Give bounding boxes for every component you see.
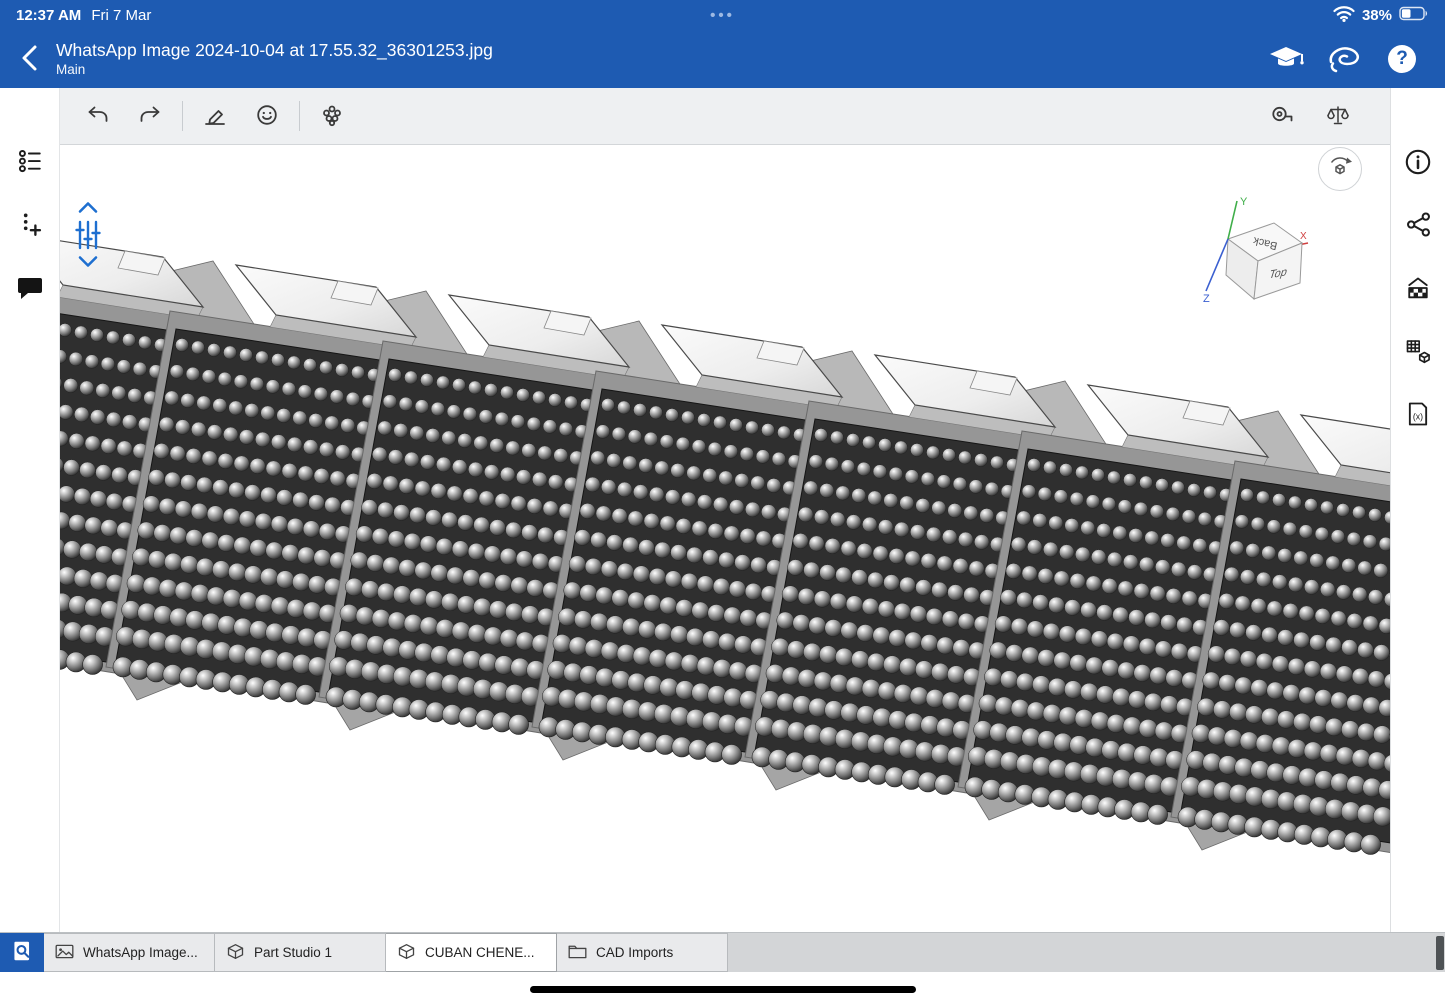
info-button[interactable] xyxy=(1398,146,1438,180)
axis-y-label: Y xyxy=(1240,196,1248,208)
info-icon xyxy=(1404,148,1432,179)
sketch-button[interactable] xyxy=(195,96,235,136)
bom-table-cube-icon xyxy=(1404,337,1432,368)
measure-button[interactable] xyxy=(1262,96,1302,136)
collapse-up-button[interactable] xyxy=(73,197,103,221)
help-icon: ? xyxy=(1388,45,1416,73)
collapse-down-button[interactable] xyxy=(73,251,103,275)
axis-z-label: Z xyxy=(1203,293,1210,305)
toolbar-divider xyxy=(299,101,300,131)
lasso-icon xyxy=(1326,43,1362,76)
help-glyph: ? xyxy=(1396,48,1408,70)
tab-strip: WhatsApp Image... Part Studio 1 xyxy=(44,933,728,972)
help-button[interactable]: ? xyxy=(1381,37,1423,81)
image-icon xyxy=(54,941,75,965)
tab-label: WhatsApp Image... xyxy=(83,945,198,960)
right-rail: (x) xyxy=(1390,88,1445,932)
toolbar xyxy=(60,88,1390,145)
status-bar: 12:37 AM Fri 7 Mar ••• 38% xyxy=(0,0,1445,30)
tab-cad-imports[interactable]: CAD Imports xyxy=(557,933,728,972)
redo-icon xyxy=(137,103,163,130)
part-studio-icon xyxy=(225,941,246,965)
status-right: 38% xyxy=(1333,5,1429,26)
featurescript-glyph: (x) xyxy=(1413,411,1423,421)
appearance-button[interactable] xyxy=(247,96,287,136)
pattern-button[interactable] xyxy=(312,96,352,136)
home-indicator[interactable] xyxy=(530,986,916,993)
page-title: WhatsApp Image 2024-10-04 at 17.55.32_36… xyxy=(56,39,493,62)
nav-actions: ? xyxy=(1265,37,1437,81)
appearances-icon xyxy=(1404,274,1432,305)
graduation-cap-icon xyxy=(1268,43,1304,76)
axis-x-label: X xyxy=(1300,231,1307,242)
screen: 12:37 AM Fri 7 Mar ••• 38% xyxy=(0,0,1445,1004)
left-rail xyxy=(0,88,60,932)
wifi-icon xyxy=(1333,5,1355,26)
view-cube[interactable]: X Back Top Y Z xyxy=(1202,195,1322,315)
undo-button[interactable] xyxy=(78,96,118,136)
panel-toggle-controls xyxy=(73,197,103,275)
model-canvas[interactable]: X Back Top Y Z xyxy=(60,145,1390,932)
part-studio-icon xyxy=(396,941,417,965)
mass-properties-button[interactable] xyxy=(1318,96,1358,136)
status-date: Fri 7 Mar xyxy=(91,7,151,24)
toolbar-right-group xyxy=(1262,96,1372,136)
sliders-icon xyxy=(75,220,101,253)
add-feature-icon xyxy=(17,210,43,241)
chevron-down-icon xyxy=(77,255,99,271)
chevron-up-icon xyxy=(77,201,99,217)
tab-part-studio-1[interactable]: Part Studio 1 xyxy=(215,933,386,972)
nav-bar: WhatsApp Image 2024-10-04 at 17.55.32_36… xyxy=(0,30,1445,88)
document-titles: WhatsApp Image 2024-10-04 at 17.55.32_36… xyxy=(56,39,493,79)
lasso-tool-button[interactable] xyxy=(1323,37,1365,81)
feature-list-icon xyxy=(17,147,43,176)
battery-percent: 38% xyxy=(1362,7,1392,24)
smiley-icon xyxy=(254,103,280,130)
tab-label: CAD Imports xyxy=(596,945,673,960)
toolbar-divider xyxy=(182,101,183,131)
tape-measure-icon xyxy=(1269,103,1295,130)
pencil-icon xyxy=(202,103,228,130)
appearances-button[interactable] xyxy=(1398,272,1438,306)
multitask-dots-icon: ••• xyxy=(0,0,1445,30)
panel-handle-button[interactable] xyxy=(73,224,103,248)
featurescript-button[interactable]: (x) xyxy=(1398,398,1438,432)
comment-bubble-icon xyxy=(16,275,44,304)
axis-y-line xyxy=(1228,201,1237,239)
document-tabbar: WhatsApp Image... Part Studio 1 xyxy=(0,932,1445,972)
add-feature-button[interactable] xyxy=(10,208,50,242)
tab-whatsapp-image[interactable]: WhatsApp Image... xyxy=(44,933,215,972)
comments-button[interactable] xyxy=(10,272,50,306)
rotate-lock-button[interactable] xyxy=(1318,147,1362,191)
tab-search-button[interactable] xyxy=(0,933,44,972)
home-area xyxy=(0,972,1445,1004)
folder-icon xyxy=(567,941,588,965)
search-document-icon xyxy=(9,938,35,967)
share-icon xyxy=(1405,211,1432,241)
cuban-chain-model[interactable] xyxy=(60,145,1390,932)
tab-label: CUBAN CHENE... xyxy=(425,945,535,960)
status-time: 12:37 AM xyxy=(16,7,81,24)
tabbar-scrollbar[interactable] xyxy=(1436,936,1444,970)
rotate-lock-icon xyxy=(1323,151,1357,188)
axis-z-line xyxy=(1206,239,1228,291)
feature-list-button[interactable] xyxy=(10,144,50,178)
status-left: 12:37 AM Fri 7 Mar xyxy=(16,7,151,24)
undo-icon xyxy=(85,103,111,130)
battery-icon xyxy=(1399,6,1429,25)
learning-center-button[interactable] xyxy=(1265,37,1307,81)
pattern-cluster-icon xyxy=(319,103,345,130)
back-button[interactable] xyxy=(8,35,52,83)
balance-scale-icon xyxy=(1325,103,1351,130)
tab-cuban-chene[interactable]: CUBAN CHENE... xyxy=(386,933,557,972)
workspace-label: Main xyxy=(56,62,493,79)
back-chevron-icon xyxy=(17,43,43,76)
tab-label: Part Studio 1 xyxy=(254,945,332,960)
featurescript-icon: (x) xyxy=(1404,400,1432,431)
bom-button[interactable] xyxy=(1398,335,1438,369)
share-button[interactable] xyxy=(1398,209,1438,243)
redo-button[interactable] xyxy=(130,96,170,136)
